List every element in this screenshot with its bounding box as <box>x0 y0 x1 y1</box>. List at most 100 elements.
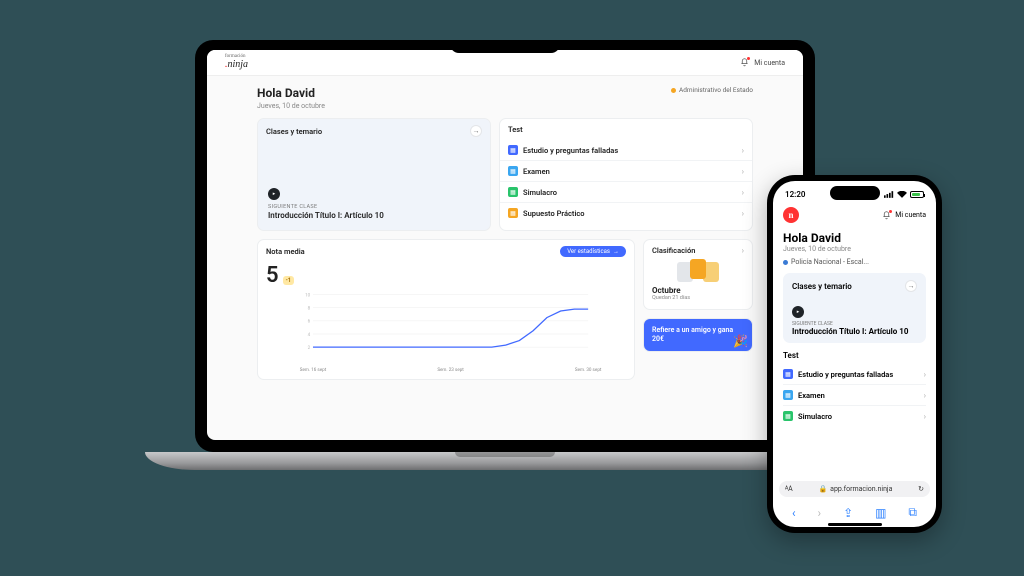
svg-text:10: 10 <box>305 292 311 298</box>
chevron-right-icon: › <box>924 391 926 400</box>
test-item-name: Examen <box>798 391 825 400</box>
test-item[interactable]: ▦Supuesto Práctico› <box>500 202 752 223</box>
brand-logo[interactable]: formación .ninja <box>225 55 248 70</box>
test-item[interactable]: ▦Estudio y preguntas falladas› <box>783 364 926 385</box>
test-item-name: Supuesto Práctico <box>523 209 585 218</box>
test-list-mobile: ▦Estudio y preguntas falladas›▦Examen›▦S… <box>783 364 926 426</box>
text-size-icon[interactable]: ᴬA <box>785 485 793 493</box>
test-item-name: Simulacro <box>523 188 557 197</box>
svg-text:4: 4 <box>308 332 311 338</box>
clases-card[interactable]: Clases y temario → ▸ SIGUIENTE CLASE Int… <box>257 118 491 231</box>
signal-icon <box>884 191 894 198</box>
clases-title: Clases y temario <box>792 282 852 291</box>
date-text: Jueves, 10 de octubre <box>783 245 926 253</box>
greeting-block-mobile: Hola David Jueves, 10 de octubre <box>783 231 926 253</box>
test-card-head: Test <box>500 119 752 140</box>
clases-card-head: Clases y temario → <box>258 119 490 143</box>
phone-screen: 12:20 n Mi cuenta Hola David Jueves, 10 … <box>773 181 936 527</box>
test-item-icon: ▦ <box>783 411 793 421</box>
test-item[interactable]: ▦ Simulacro › <box>783 406 926 426</box>
account-link-mobile[interactable]: Mi cuenta <box>882 211 926 220</box>
lock-icon: 🔒 <box>818 485 827 493</box>
phone-device: 12:20 n Mi cuenta Hola David Jueves, 10 … <box>767 175 942 533</box>
bell-icon[interactable] <box>882 211 891 220</box>
chevron-right-icon: › <box>742 209 744 218</box>
stats-button-label: Ver estadísticas <box>567 248 610 255</box>
test-item[interactable]: ▦Estudio y preguntas falladas› <box>500 140 752 160</box>
chevron-right-icon: › <box>742 146 744 155</box>
top-cards-row: Clases y temario → ▸ SIGUIENTE CLASE Int… <box>257 118 753 231</box>
brand-logo-mobile[interactable]: n <box>783 207 799 223</box>
clasif-month: Octubre <box>652 286 744 295</box>
refer-card[interactable]: Refiere a un amigo y gana 20€ 🎉 <box>643 318 753 352</box>
course-badge-mobile[interactable]: Policía Nacional - Escal... <box>783 258 926 266</box>
share-icon[interactable]: ⇪ <box>843 506 853 520</box>
tabs-icon[interactable]: ⧉ <box>908 505 917 520</box>
chevron-right-icon: › <box>742 167 744 176</box>
course-dot-icon <box>671 88 676 93</box>
clasificacion-card[interactable]: Clasificación › Octubre Quedan 21 días <box>643 239 753 310</box>
clasif-sub: Quedan 21 días <box>652 295 744 301</box>
laptop-app: formación .ninja Mi cuenta Hola David Ju… <box>207 50 803 440</box>
play-icon[interactable]: ▸ <box>268 188 280 200</box>
test-item-icon: ▦ <box>508 145 518 155</box>
svg-text:Sem. 16 sept: Sem. 16 sept <box>300 367 327 373</box>
chevron-right-icon: › <box>742 188 744 197</box>
test-title-mobile: Test <box>783 351 926 360</box>
course-name: Policía Nacional - Escal... <box>791 258 869 266</box>
bookmarks-icon[interactable]: ▥ <box>875 506 886 520</box>
app-header: formación .ninja Mi cuenta <box>207 50 803 76</box>
clases-card-mobile[interactable]: Clases y temario → ▸ SIGUIENTE CLASE Int… <box>783 273 926 343</box>
test-item[interactable]: ▦ Examen › <box>783 385 926 406</box>
laptop-screen: formación .ninja Mi cuenta Hola David Ju… <box>195 40 815 452</box>
stats-button[interactable]: Ver estadísticas → <box>560 246 626 257</box>
next-class-label: SIGUIENTE CLASE <box>268 204 480 210</box>
nota-chart: 246810Sem. 16 septSem. 23 septSem. 30 se… <box>258 288 634 375</box>
clases-head: Clases y temario → <box>792 280 917 292</box>
url-text: 🔒 app.formacion.ninja <box>798 485 913 493</box>
svg-text:6: 6 <box>308 319 311 325</box>
clock: 12:20 <box>785 190 805 199</box>
reload-icon[interactable]: ↻ <box>918 485 924 493</box>
test-item-name: Simulacro <box>798 412 832 421</box>
nota-value-row: 5 -1 <box>258 263 634 288</box>
wifi-icon <box>897 191 907 198</box>
svg-text:Sem. 30 sept: Sem. 30 sept <box>575 367 602 373</box>
bottom-cards-row: Nota media Ver estadísticas → 5 -1 24681… <box>257 239 753 380</box>
play-icon[interactable]: ▸ <box>792 306 804 318</box>
laptop-notch <box>450 40 560 53</box>
course-badge[interactable]: Administrativo del Estado <box>671 86 753 94</box>
nota-delta: -1 <box>283 276 295 285</box>
svg-text:8: 8 <box>308 306 311 312</box>
account-link[interactable]: Mi cuenta <box>740 58 785 67</box>
greeting-block: Hola David Jueves, 10 de octubre <box>257 86 325 110</box>
greeting-text: Hola David <box>783 231 926 245</box>
test-item[interactable]: ▦ Simulacro › <box>500 181 752 202</box>
laptop-base <box>145 452 865 470</box>
nota-value: 5 <box>266 263 279 288</box>
course-name: Administrativo del Estado <box>679 86 753 94</box>
greeting-text: Hola David <box>257 86 325 100</box>
test-item[interactable]: ▦Examen› <box>500 160 752 181</box>
brand-name: ninja <box>228 59 249 70</box>
test-item-icon: ▦ <box>783 369 793 379</box>
app-body: Hola David Jueves, 10 de octubre Adminis… <box>207 76 803 380</box>
back-icon[interactable]: ‹ <box>792 506 796 520</box>
arrow-right-icon[interactable]: → <box>470 125 482 137</box>
phone-app-header: n Mi cuenta <box>773 203 936 227</box>
test-item-icon: ▦ <box>508 187 518 197</box>
safari-url-bar[interactable]: ᴬA 🔒 app.formacion.ninja ↻ <box>779 481 930 497</box>
test-card: Test ▦Estudio y preguntas falladas›▦Exam… <box>499 118 753 231</box>
clases-title: Clases y temario <box>266 127 322 136</box>
refer-text: Refiere a un amigo y gana 20€ <box>652 326 733 343</box>
chevron-right-icon: › <box>924 412 926 421</box>
test-item-icon: ▦ <box>783 390 793 400</box>
arrow-right-icon[interactable]: → <box>905 280 917 292</box>
bell-icon[interactable] <box>740 58 749 67</box>
status-icons <box>884 191 924 198</box>
next-class-title: Introducción Título I: Artículo 10 <box>268 211 480 220</box>
safari-toolbar: ‹ › ⇪ ▥ ⧉ <box>773 502 936 523</box>
side-column: Clasificación › Octubre Quedan 21 días <box>643 239 753 380</box>
clases-body: ▸ SIGUIENTE CLASE Introducción Título I:… <box>258 143 490 230</box>
next-class-title: Introducción Título I: Artículo 10 <box>792 327 917 336</box>
